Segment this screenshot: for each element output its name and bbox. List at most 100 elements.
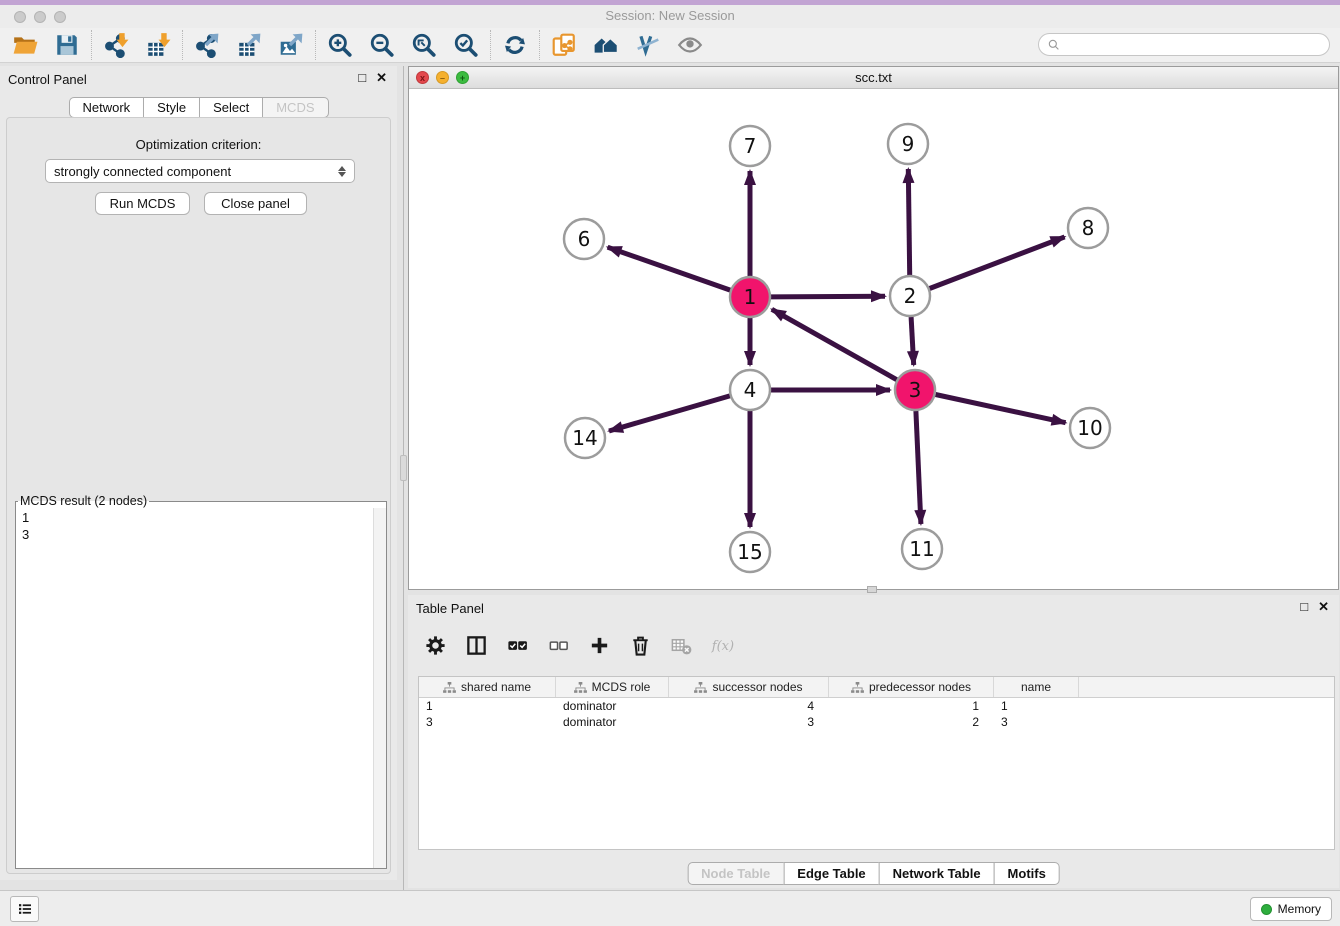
home-button[interactable]	[591, 30, 621, 60]
zoom-selected-button[interactable]	[451, 30, 481, 60]
apply-layout-button[interactable]	[500, 30, 530, 60]
home-icon	[593, 32, 619, 58]
open-session-button[interactable]	[10, 30, 40, 60]
zoom-out-button[interactable]	[367, 30, 397, 60]
import-table-button[interactable]	[143, 30, 173, 60]
network-window-titlebar[interactable]: x – + scc.txt	[409, 67, 1338, 89]
split-table-view-button[interactable]	[463, 632, 489, 658]
column-header-successor-nodes[interactable]: successor nodes	[669, 677, 829, 697]
control-panel-title: Control Panel	[8, 72, 87, 87]
hide-details-button[interactable]	[633, 30, 663, 60]
tab-edge-table[interactable]: Edge Table	[783, 862, 879, 885]
main-toolbar	[0, 28, 1340, 63]
graph-edge-3-1[interactable]	[772, 309, 897, 379]
search-box[interactable]	[1038, 33, 1330, 56]
hierarchy-icon	[851, 682, 864, 693]
control-panel-tabs: NetworkStyleSelectMCDS	[68, 97, 328, 118]
close-panel-button[interactable]: Close panel	[204, 192, 307, 215]
window-title: Session: New Session	[0, 8, 1340, 23]
cell-shared-name: 3	[419, 714, 556, 730]
float-panel-icon[interactable]: □	[358, 70, 366, 86]
table-panel: Table Panel □ ✕ f(x) shared nameMCDS rol…	[408, 595, 1339, 888]
export-table-button[interactable]	[234, 30, 264, 60]
dropdown-stepper-icon	[338, 166, 346, 177]
tab-network[interactable]: Network	[68, 97, 144, 118]
search-input[interactable]	[1061, 38, 1321, 52]
show-overview-button[interactable]	[675, 30, 705, 60]
toolbar-separator	[182, 30, 183, 60]
delete-table-button	[668, 632, 694, 658]
new-column-button[interactable]	[586, 632, 612, 658]
optimization-criterion-label: Optimization criterion:	[7, 137, 390, 152]
graph-edge-2-8[interactable]	[930, 237, 1065, 289]
graph-edge-1-2[interactable]	[771, 296, 885, 297]
function-builder-icon: f(x)	[711, 634, 734, 657]
new-column-icon	[588, 634, 611, 657]
mcds-panel: Optimization criterion: strongly connect…	[6, 117, 391, 874]
split-table-view-icon	[465, 634, 488, 657]
run-mcds-button[interactable]: Run MCDS	[95, 192, 190, 215]
cell-MCDS-role: dominator	[556, 714, 669, 730]
import-network-icon	[103, 32, 129, 58]
export-image-button[interactable]	[276, 30, 306, 60]
graph-edge-3-11[interactable]	[916, 411, 921, 524]
unselect-all-columns-button[interactable]	[545, 632, 571, 658]
import-network-button[interactable]	[101, 30, 131, 60]
export-table-icon	[236, 32, 262, 58]
cell-name: 1	[994, 698, 1079, 714]
titlebar: Session: New Session	[0, 5, 1340, 28]
table-panel-title: Table Panel	[416, 601, 484, 616]
graph-node-label-10: 10	[1077, 416, 1102, 440]
delete-columns-icon	[629, 634, 652, 657]
graph-edge-2-9[interactable]	[908, 169, 909, 275]
search-icon	[1047, 38, 1061, 52]
save-session-button[interactable]	[52, 30, 82, 60]
export-network-button[interactable]	[192, 30, 222, 60]
tab-motifs[interactable]: Motifs	[994, 862, 1060, 885]
panel-divider-handle[interactable]	[400, 455, 407, 481]
table-options-button[interactable]	[422, 632, 448, 658]
tab-select[interactable]: Select	[199, 97, 263, 118]
table-row[interactable]: 1dominator411	[419, 698, 1334, 714]
column-header-shared-name[interactable]: shared name	[419, 677, 556, 697]
graph-edge-4-14[interactable]	[609, 396, 730, 431]
node-table: shared nameMCDS rolesuccessor nodesprede…	[418, 676, 1335, 850]
graph-node-label-15: 15	[737, 540, 762, 564]
select-all-columns-button[interactable]	[504, 632, 530, 658]
network-canvas[interactable]: 7968124314101511	[409, 89, 1338, 589]
close-panel-icon[interactable]: ✕	[376, 70, 387, 86]
graph-edge-3-10[interactable]	[936, 395, 1066, 423]
column-header-MCDS-role[interactable]: MCDS role	[556, 677, 669, 697]
network-resize-grip[interactable]	[867, 586, 877, 593]
graph-edge-1-6[interactable]	[608, 247, 731, 290]
tab-mcds[interactable]: MCDS	[262, 97, 328, 118]
table-row[interactable]: 3dominator323	[419, 714, 1334, 730]
close-table-panel-icon[interactable]: ✕	[1318, 599, 1329, 615]
result-scrollbar[interactable]	[373, 508, 386, 868]
unselect-all-columns-icon	[547, 634, 570, 657]
control-panel: Control Panel □ ✕ NetworkStyleSelectMCDS…	[0, 66, 397, 880]
toolbar-separator	[539, 30, 540, 60]
column-header-predecessor-nodes[interactable]: predecessor nodes	[829, 677, 994, 697]
zoom-in-button[interactable]	[325, 30, 355, 60]
tab-node-table[interactable]: Node Table	[687, 862, 784, 885]
graph-node-label-7: 7	[744, 134, 757, 158]
task-history-button[interactable]	[10, 896, 39, 922]
memory-button[interactable]: Memory	[1250, 897, 1332, 921]
zoom-fit-button[interactable]	[409, 30, 439, 60]
column-header-name[interactable]: name	[994, 677, 1079, 697]
delete-columns-button[interactable]	[627, 632, 653, 658]
select-all-columns-icon	[506, 634, 529, 657]
column-header-filler	[1079, 677, 1334, 697]
graph-edge-2-3[interactable]	[911, 317, 914, 365]
mcds-result-list: 13	[16, 508, 386, 544]
float-table-panel-icon[interactable]: □	[1300, 599, 1308, 615]
export-image-icon	[278, 32, 304, 58]
graph-node-label-11: 11	[909, 537, 934, 561]
zoom-fit-icon	[411, 32, 437, 58]
tab-style[interactable]: Style	[143, 97, 200, 118]
tab-network-table[interactable]: Network Table	[879, 862, 995, 885]
status-bar: Memory	[0, 890, 1340, 926]
criterion-dropdown[interactable]: strongly connected component	[45, 159, 355, 183]
clone-network-button[interactable]	[549, 30, 579, 60]
